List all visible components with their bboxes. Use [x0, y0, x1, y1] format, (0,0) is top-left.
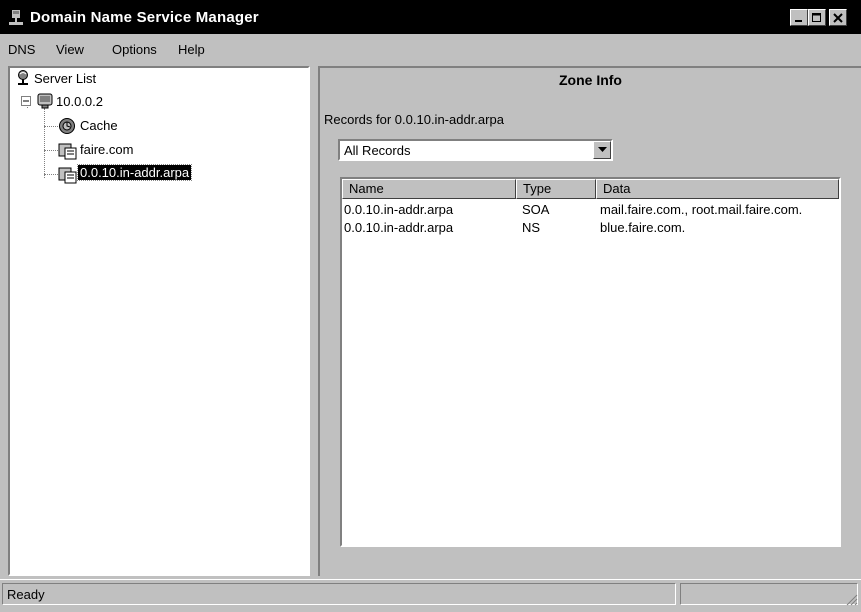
zone-icon — [58, 143, 77, 160]
resize-grip-icon[interactable] — [845, 593, 858, 606]
cell-type: NS — [522, 220, 541, 235]
tree-item-server-list[interactable]: Server List — [34, 71, 96, 86]
records-list[interactable]: Name Type Data 0.0.10.in-addr.arpa SOA m… — [340, 177, 841, 547]
column-header-type[interactable]: Type — [516, 179, 596, 199]
minimize-icon — [795, 19, 802, 22]
title-bar: Domain Name Service Manager — [0, 0, 861, 34]
close-button[interactable] — [829, 9, 847, 26]
tree-item-reverse-zone[interactable]: 0.0.10.in-addr.arpa — [76, 164, 193, 181]
tree-line — [44, 126, 58, 127]
menu-view[interactable]: View — [56, 42, 84, 57]
tree-line — [44, 174, 58, 175]
maximize-button[interactable] — [808, 9, 826, 26]
menu-help[interactable]: Help — [178, 42, 205, 57]
tree-line — [44, 150, 58, 151]
window-title: Domain Name Service Manager — [30, 9, 259, 26]
menu-options[interactable]: Options — [112, 42, 157, 57]
table-row[interactable]: 0.0.10.in-addr.arpa NS blue.faire.com. — [342, 219, 839, 239]
cell-name: 0.0.10.in-addr.arpa — [344, 220, 454, 235]
cell-data: mail.faire.com., root.mail.faire.com. — [600, 202, 803, 217]
column-header-name[interactable]: Name — [342, 179, 516, 199]
records-filter-value: All Records — [344, 143, 411, 158]
server-list-icon — [18, 70, 28, 85]
column-header-data[interactable]: Data — [596, 179, 839, 199]
tree-item-faire-com[interactable]: faire.com — [80, 142, 133, 157]
zone-info-title: Zone Info — [559, 72, 622, 88]
reverse-zone-icon — [58, 167, 77, 184]
app-icon — [9, 10, 23, 25]
status-panel-secondary — [680, 583, 858, 605]
close-icon — [833, 12, 843, 23]
cell-type: SOA — [522, 202, 550, 217]
records-label: Records for 0.0.10.in-addr.arpa — [324, 112, 504, 127]
cache-icon — [59, 118, 75, 134]
collapse-icon[interactable] — [21, 96, 32, 107]
minimize-button[interactable] — [790, 9, 808, 26]
menu-dns[interactable]: DNS — [8, 42, 35, 57]
server-tree[interactable]: Server List 10.0.0.2 Cache faire.com 0.0… — [8, 66, 310, 576]
tree-line — [44, 108, 45, 178]
records-filter-select[interactable]: All Records — [338, 139, 613, 161]
chevron-down-icon — [597, 147, 607, 152]
table-row[interactable]: 0.0.10.in-addr.arpa SOA mail.faire.com.,… — [342, 201, 839, 221]
status-text: Ready — [2, 583, 676, 605]
tree-item-cache[interactable]: Cache — [80, 118, 118, 133]
zone-info-panel: Zone Info Records for 0.0.10.in-addr.arp… — [318, 66, 861, 576]
status-bar: Ready — [0, 579, 861, 612]
tree-item-server[interactable]: 10.0.0.2 — [56, 94, 103, 109]
dropdown-button[interactable] — [593, 141, 611, 159]
server-icon — [37, 93, 53, 109]
maximize-icon — [812, 12, 821, 22]
cell-data: blue.faire.com. — [600, 220, 686, 235]
cell-name: 0.0.10.in-addr.arpa — [344, 202, 454, 217]
